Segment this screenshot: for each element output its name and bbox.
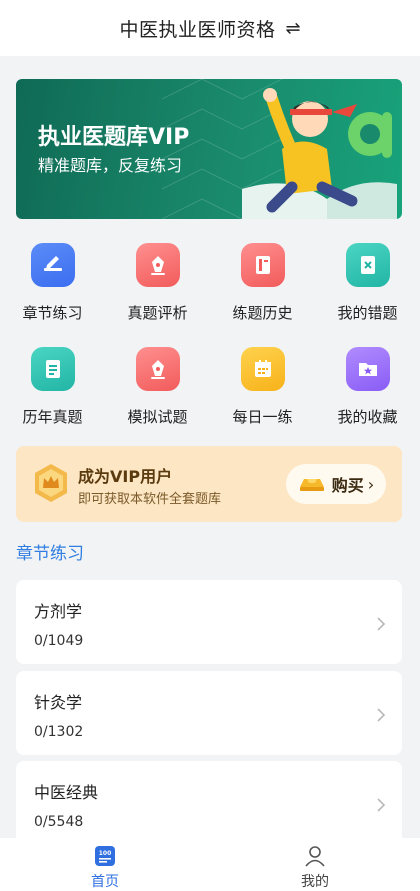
grid-item-chapter-practice[interactable]: 章节练习 xyxy=(0,232,105,336)
buy-label: 购买 xyxy=(331,476,364,495)
vip-title: 成为VIP用户 xyxy=(78,467,173,486)
grid-item-past-exams[interactable]: 历年真题 xyxy=(0,336,105,440)
pen-nib-icon xyxy=(135,243,180,287)
pen-nib-icon xyxy=(135,347,180,391)
svg-text:100: 100 xyxy=(99,850,112,857)
tab-home[interactable]: 100 首页 xyxy=(0,838,210,891)
buy-button[interactable]: 购买 › xyxy=(286,464,386,504)
banner-subtitle: 精准题库，反复练习 xyxy=(38,156,183,175)
banner-title: 执业医题库VIP xyxy=(38,125,190,150)
bottom-tab-bar: 100 首页 我的 xyxy=(0,838,420,891)
grid-item-practice-history[interactable]: 练题历史 xyxy=(210,232,315,336)
tab-me-label: 我的 xyxy=(301,874,329,890)
chapter-progress: 0/1049 xyxy=(34,633,84,649)
section-title: 章节练习 xyxy=(16,544,84,564)
grid-label: 模拟试题 xyxy=(127,408,188,426)
vip-subtitle: 即可获取本软件全套题库 xyxy=(78,492,222,507)
grid-label: 我的收藏 xyxy=(337,408,398,426)
chapter-card[interactable]: 针灸学 0/1302 xyxy=(16,671,402,755)
vip-banner[interactable]: 执业医题库VIP 精准题库，反复练习 xyxy=(16,79,402,219)
gold-ingot-icon xyxy=(299,479,324,491)
swap-arrows-icon[interactable]: ⇌ xyxy=(285,18,300,39)
chapter-name: 中医经典 xyxy=(34,783,99,802)
grid-label: 练题历史 xyxy=(232,304,293,322)
grid-item-past-exam-review[interactable]: 真题评析 xyxy=(105,232,210,336)
grid-item-my-mistakes[interactable]: 我的错题 xyxy=(315,232,420,336)
pencil-doc-icon xyxy=(30,243,75,287)
chapter-progress: 0/5548 xyxy=(34,814,84,830)
top-bar: 中医执业医师资格 ⇌ xyxy=(0,0,420,56)
feature-grid: 章节练习 真题评析 练题历史 我的错题 历年真题 模拟试题 每日一练 我的收藏 xyxy=(0,232,420,440)
tab-me[interactable]: 我的 xyxy=(210,838,420,891)
user-icon xyxy=(305,846,325,867)
grid-label: 我的错题 xyxy=(337,304,398,322)
student-reading-illustration xyxy=(242,88,397,219)
grid-item-mock-exams[interactable]: 模拟试题 xyxy=(105,336,210,440)
chapter-name: 针灸学 xyxy=(34,693,83,712)
grid-item-daily-practice[interactable]: 每日一练 xyxy=(210,336,315,440)
grid-label: 每日一练 xyxy=(232,408,293,426)
chapter-card[interactable]: 方剂学 0/1049 xyxy=(16,580,402,664)
notebook-icon xyxy=(240,243,285,287)
error-note-icon xyxy=(345,243,390,287)
page-title: 中医执业医师资格 xyxy=(119,18,276,41)
star-folder-icon xyxy=(345,347,390,391)
chapter-name: 方剂学 xyxy=(34,602,83,621)
tab-home-label: 首页 xyxy=(91,874,119,890)
chevron-right-icon xyxy=(377,708,386,722)
chevron-right-icon xyxy=(377,617,386,631)
document-icon xyxy=(30,347,75,391)
grid-label: 历年真题 xyxy=(22,408,83,426)
vip-promo-bar[interactable]: 成为VIP用户 即可获取本软件全套题库 购买 › xyxy=(16,446,402,522)
chevron-right-icon: › xyxy=(367,474,375,494)
grid-label: 真题评析 xyxy=(127,304,188,322)
chapter-progress: 0/1302 xyxy=(34,724,84,740)
grid-label: 章节练习 xyxy=(22,304,83,322)
calendar-icon xyxy=(240,347,285,391)
chevron-right-icon xyxy=(377,798,386,812)
home-100-icon: 100 xyxy=(95,846,115,866)
grid-item-my-favorites[interactable]: 我的收藏 xyxy=(315,336,420,440)
chapter-card[interactable]: 中医经典 0/5548 xyxy=(16,761,402,845)
crown-medal-icon xyxy=(35,464,67,502)
